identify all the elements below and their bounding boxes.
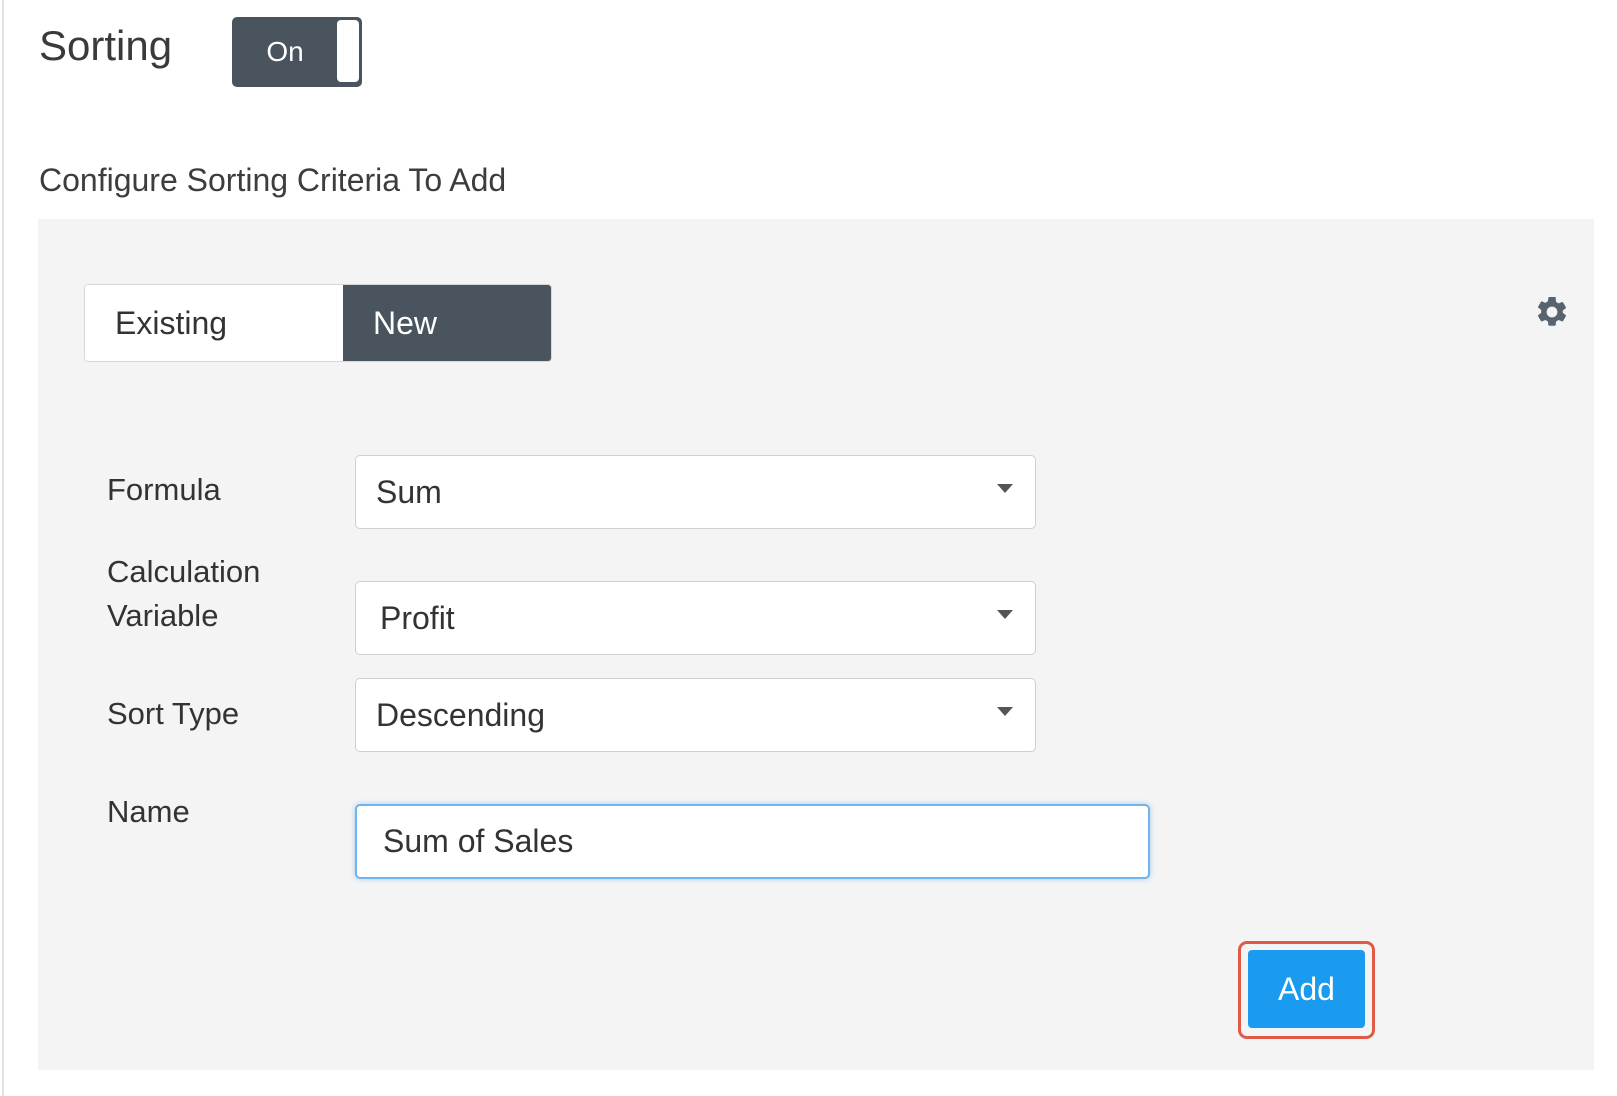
name-label: Name <box>107 794 190 829</box>
toggle-label: On <box>266 36 304 67</box>
formula-value: Sum <box>376 474 442 510</box>
left-border <box>2 0 4 1096</box>
add-button[interactable]: Add <box>1248 950 1365 1028</box>
page-title: Sorting <box>39 22 173 69</box>
sorting-criteria-panel: Existing Value New Value Formula Sum Cal… <box>38 219 1594 1070</box>
tab-new-value[interactable]: New Value <box>343 285 551 361</box>
chevron-down-icon <box>997 610 1013 619</box>
calc-variable-value: Profit <box>380 600 455 636</box>
calc-variable-label-line2: Variable <box>107 598 219 633</box>
sort-type-select[interactable]: Descending <box>355 678 1036 752</box>
formula-select[interactable]: Sum <box>355 455 1036 529</box>
toggle-knob <box>337 20 359 82</box>
section-subtitle: Configure Sorting Criteria To Add <box>39 162 507 198</box>
gear-icon[interactable] <box>1534 294 1570 330</box>
formula-label: Formula <box>107 472 221 507</box>
sort-type-label: Sort Type <box>107 696 240 731</box>
calc-variable-select[interactable]: Profit <box>355 581 1036 655</box>
sorting-toggle[interactable]: On <box>232 17 362 87</box>
chevron-down-icon <box>997 484 1013 493</box>
name-input[interactable] <box>355 804 1150 879</box>
tab-existing-value[interactable]: Existing Value <box>85 285 343 361</box>
value-mode-switch: Existing Value New Value <box>84 284 552 362</box>
calc-variable-label-line1: Calculation <box>107 554 261 589</box>
chevron-down-icon <box>997 707 1013 716</box>
sort-type-value: Descending <box>376 697 545 733</box>
